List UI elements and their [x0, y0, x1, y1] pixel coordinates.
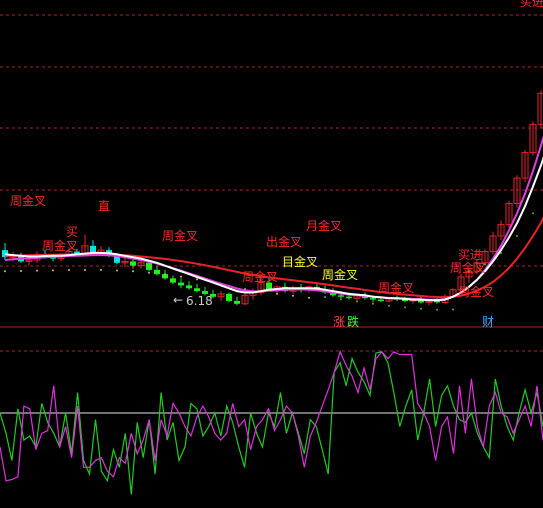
signal-dot [420, 307, 422, 310]
signal-dot [116, 269, 118, 272]
candle-body [146, 262, 152, 270]
signal-dot [100, 268, 102, 271]
signal-dot [52, 269, 54, 272]
signal-label-5: 月金叉 [306, 218, 342, 233]
signal-dot [292, 294, 294, 297]
signal-dot [68, 269, 70, 272]
signal-label-3: 买 [66, 225, 78, 239]
candle-body [154, 269, 160, 275]
candle-body [186, 285, 192, 289]
signal-label-10: 周金叉 [378, 280, 414, 295]
signal-dot [516, 234, 518, 237]
price-label: ← 6.18 [173, 293, 213, 308]
price-arrow: ← [173, 293, 183, 307]
signal-dot [356, 300, 358, 303]
signal-label-13: 周金叉 [458, 284, 494, 299]
legend-die: 跌 [347, 314, 359, 329]
signal-dot [372, 302, 374, 305]
candle-body [194, 288, 200, 292]
signal-label-2: 周金叉 [42, 238, 78, 253]
candle-body [338, 295, 344, 297]
signal-dot [388, 304, 390, 307]
signal-dot [196, 278, 198, 281]
stock-chart: 周金叉 直周金叉买 周金叉月金叉出金叉周金叉目金叉周金叉周金叉周金叉买进周金叉买进 … [0, 0, 543, 508]
candle-body [346, 296, 352, 299]
signal-dot [452, 308, 454, 311]
candle-body [90, 245, 96, 253]
signal-label-7: 周金叉 [242, 269, 278, 284]
candle-body [170, 278, 176, 283]
signal-dot [132, 270, 134, 273]
signal-dot [36, 269, 38, 272]
candle-body [130, 261, 136, 266]
signal-dot [4, 270, 6, 273]
signal-dot [532, 212, 534, 215]
candle-body [234, 300, 240, 304]
signal-label-0: 周金叉 [10, 193, 46, 208]
signal-dot [276, 292, 278, 295]
signal-label-6: 出金叉 [266, 234, 302, 249]
signal-dot [20, 270, 22, 273]
signal-label-9: 周金叉 [322, 267, 358, 282]
signal-label-11: 周金叉 [450, 260, 486, 275]
signal-dot [180, 275, 182, 278]
signal-label-1: 直 [98, 199, 110, 213]
candle-body [370, 298, 376, 300]
candle-body [378, 299, 384, 301]
signal-dot [340, 298, 342, 301]
signal-label-4: 周金叉 [162, 228, 198, 243]
signal-label-8: 目金叉 [282, 254, 318, 269]
signal-dot [436, 308, 438, 311]
legend-zhang: 涨 [333, 314, 345, 329]
signal-dot [324, 296, 326, 299]
signal-dot [308, 296, 310, 299]
candle-body [178, 282, 184, 286]
legend-cai: 财 [482, 315, 494, 329]
signal-label-14: 买进 [520, 0, 543, 9]
price-low-label: 6.18 [186, 294, 213, 308]
signal-dot [164, 273, 166, 276]
candle-body [226, 293, 232, 301]
signal-dot [148, 271, 150, 274]
signal-label-12: 买进 [458, 248, 482, 262]
signal-dot [84, 268, 86, 271]
signal-dot [404, 306, 406, 309]
